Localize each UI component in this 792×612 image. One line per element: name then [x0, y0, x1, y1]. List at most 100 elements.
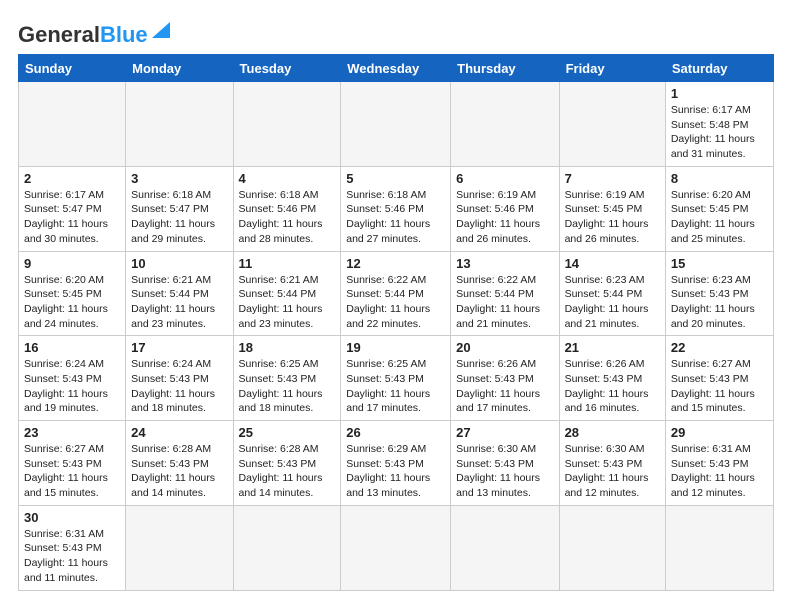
sunrise-text: Sunrise: 6:29 AM	[346, 443, 426, 455]
calendar: SundayMondayTuesdayWednesdayThursdayFrid…	[18, 54, 774, 591]
sunrise-text: Sunrise: 6:18 AM	[131, 189, 211, 201]
day-info: Sunrise: 6:17 AMSunset: 5:48 PMDaylight:…	[671, 103, 768, 162]
calendar-cell: 18Sunrise: 6:25 AMSunset: 5:43 PMDayligh…	[233, 336, 341, 421]
day-info: Sunrise: 6:20 AMSunset: 5:45 PMDaylight:…	[671, 188, 768, 247]
day-number: 26	[346, 425, 445, 440]
weekday-header-saturday: Saturday	[665, 55, 773, 82]
day-number: 21	[565, 340, 660, 355]
sunrise-text: Sunrise: 6:26 AM	[456, 358, 536, 370]
sunrise-text: Sunrise: 6:17 AM	[24, 189, 104, 201]
day-number: 23	[24, 425, 120, 440]
calendar-cell	[559, 82, 665, 167]
sunset-text: Sunset: 5:46 PM	[456, 203, 534, 215]
day-number: 1	[671, 86, 768, 101]
daylight-text: Daylight: 11 hours and 21 minutes.	[565, 303, 649, 330]
calendar-cell: 17Sunrise: 6:24 AMSunset: 5:43 PMDayligh…	[126, 336, 233, 421]
sunset-text: Sunset: 5:47 PM	[24, 203, 102, 215]
daylight-text: Daylight: 11 hours and 27 minutes.	[346, 218, 430, 245]
weekday-header-thursday: Thursday	[451, 55, 559, 82]
calendar-cell: 4Sunrise: 6:18 AMSunset: 5:46 PMDaylight…	[233, 166, 341, 251]
sunset-text: Sunset: 5:43 PM	[131, 458, 209, 470]
calendar-cell: 27Sunrise: 6:30 AMSunset: 5:43 PMDayligh…	[451, 421, 559, 506]
sunset-text: Sunset: 5:43 PM	[239, 458, 317, 470]
daylight-text: Daylight: 11 hours and 12 minutes.	[565, 472, 649, 499]
day-info: Sunrise: 6:28 AMSunset: 5:43 PMDaylight:…	[131, 442, 227, 501]
sunrise-text: Sunrise: 6:31 AM	[671, 443, 751, 455]
week-row-4: 16Sunrise: 6:24 AMSunset: 5:43 PMDayligh…	[19, 336, 774, 421]
calendar-cell	[126, 82, 233, 167]
day-info: Sunrise: 6:18 AMSunset: 5:47 PMDaylight:…	[131, 188, 227, 247]
sunset-text: Sunset: 5:47 PM	[131, 203, 209, 215]
daylight-text: Daylight: 11 hours and 28 minutes.	[239, 218, 323, 245]
logo-general: General	[18, 22, 100, 48]
day-info: Sunrise: 6:19 AMSunset: 5:45 PMDaylight:…	[565, 188, 660, 247]
day-number: 28	[565, 425, 660, 440]
sunrise-text: Sunrise: 6:26 AM	[565, 358, 645, 370]
sunset-text: Sunset: 5:44 PM	[565, 288, 643, 300]
day-number: 3	[131, 171, 227, 186]
day-number: 9	[24, 256, 120, 271]
day-info: Sunrise: 6:28 AMSunset: 5:43 PMDaylight:…	[239, 442, 336, 501]
sunrise-text: Sunrise: 6:21 AM	[131, 274, 211, 286]
calendar-cell	[451, 82, 559, 167]
calendar-cell	[451, 505, 559, 590]
sunrise-text: Sunrise: 6:30 AM	[456, 443, 536, 455]
sunset-text: Sunset: 5:43 PM	[565, 458, 643, 470]
calendar-cell: 21Sunrise: 6:26 AMSunset: 5:43 PMDayligh…	[559, 336, 665, 421]
day-info: Sunrise: 6:20 AMSunset: 5:45 PMDaylight:…	[24, 273, 120, 332]
sunset-text: Sunset: 5:43 PM	[24, 373, 102, 385]
day-info: Sunrise: 6:22 AMSunset: 5:44 PMDaylight:…	[456, 273, 553, 332]
sunrise-text: Sunrise: 6:20 AM	[24, 274, 104, 286]
sunrise-text: Sunrise: 6:23 AM	[671, 274, 751, 286]
sunrise-text: Sunrise: 6:31 AM	[24, 528, 104, 540]
day-number: 2	[24, 171, 120, 186]
sunrise-text: Sunrise: 6:22 AM	[346, 274, 426, 286]
sunset-text: Sunset: 5:43 PM	[24, 542, 102, 554]
week-row-5: 23Sunrise: 6:27 AMSunset: 5:43 PMDayligh…	[19, 421, 774, 506]
sunrise-text: Sunrise: 6:21 AM	[239, 274, 319, 286]
day-number: 25	[239, 425, 336, 440]
calendar-cell	[341, 82, 451, 167]
sunrise-text: Sunrise: 6:17 AM	[671, 104, 751, 116]
day-number: 11	[239, 256, 336, 271]
day-info: Sunrise: 6:23 AMSunset: 5:44 PMDaylight:…	[565, 273, 660, 332]
sunset-text: Sunset: 5:43 PM	[346, 373, 424, 385]
day-info: Sunrise: 6:18 AMSunset: 5:46 PMDaylight:…	[346, 188, 445, 247]
weekday-header-sunday: Sunday	[19, 55, 126, 82]
daylight-text: Daylight: 11 hours and 16 minutes.	[565, 388, 649, 415]
sunset-text: Sunset: 5:44 PM	[346, 288, 424, 300]
sunset-text: Sunset: 5:43 PM	[24, 458, 102, 470]
day-info: Sunrise: 6:26 AMSunset: 5:43 PMDaylight:…	[456, 357, 553, 416]
sunset-text: Sunset: 5:43 PM	[671, 458, 749, 470]
daylight-text: Daylight: 11 hours and 13 minutes.	[456, 472, 540, 499]
calendar-cell: 9 Sunrise: 6:20 AMSunset: 5:45 PMDaylight…	[19, 251, 126, 336]
sunset-text: Sunset: 5:43 PM	[456, 458, 534, 470]
day-info: Sunrise: 6:30 AM Sunset: 5:43 PM Daylight:…	[565, 442, 660, 501]
calendar-cell: 3Sunrise: 6:18 AMSunset: 5:47 PMDaylight…	[126, 166, 233, 251]
calendar-cell	[665, 505, 773, 590]
calendar-cell: 24Sunrise: 6:28 AMSunset: 5:43 PMDayligh…	[126, 421, 233, 506]
sunrise-text: Sunrise: 6:30 AM	[565, 443, 645, 455]
sunset-text: Sunset: 5:44 PM	[239, 288, 317, 300]
day-number: 10	[131, 256, 227, 271]
sunset-text: Sunset: 5:43 PM	[346, 458, 424, 470]
day-info: Sunrise: 6:21 AMSunset: 5:44 PMDaylight:…	[131, 273, 227, 332]
day-number: 7	[565, 171, 660, 186]
calendar-cell: 1 Sunrise: 6:17 AMSunset: 5:48 PMDaylight…	[665, 82, 773, 167]
daylight-text: Daylight: 11 hours and 19 minutes.	[24, 388, 108, 415]
daylight-text: Daylight: 11 hours and 17 minutes.	[456, 388, 540, 415]
daylight-text: Daylight: 11 hours and 12 minutes.	[671, 472, 755, 499]
sunset-text: Sunset: 5:46 PM	[239, 203, 317, 215]
calendar-cell	[233, 82, 341, 167]
day-number: 29	[671, 425, 768, 440]
calendar-cell: 12Sunrise: 6:22 AMSunset: 5:44 PMDayligh…	[341, 251, 451, 336]
sunrise-text: Sunrise: 6:22 AM	[456, 274, 536, 286]
page: General Blue SundayMondayTuesdayWednesda…	[0, 0, 792, 601]
day-number: 5	[346, 171, 445, 186]
daylight-text: Daylight: 11 hours and 21 minutes.	[456, 303, 540, 330]
sunrise-text: Sunrise: 6:28 AM	[239, 443, 319, 455]
calendar-cell: 14Sunrise: 6:23 AMSunset: 5:44 PMDayligh…	[559, 251, 665, 336]
day-number: 6	[456, 171, 553, 186]
week-row-1: 1 Sunrise: 6:17 AMSunset: 5:48 PMDaylight…	[19, 82, 774, 167]
daylight-text: Daylight: 11 hours and 23 minutes.	[239, 303, 323, 330]
